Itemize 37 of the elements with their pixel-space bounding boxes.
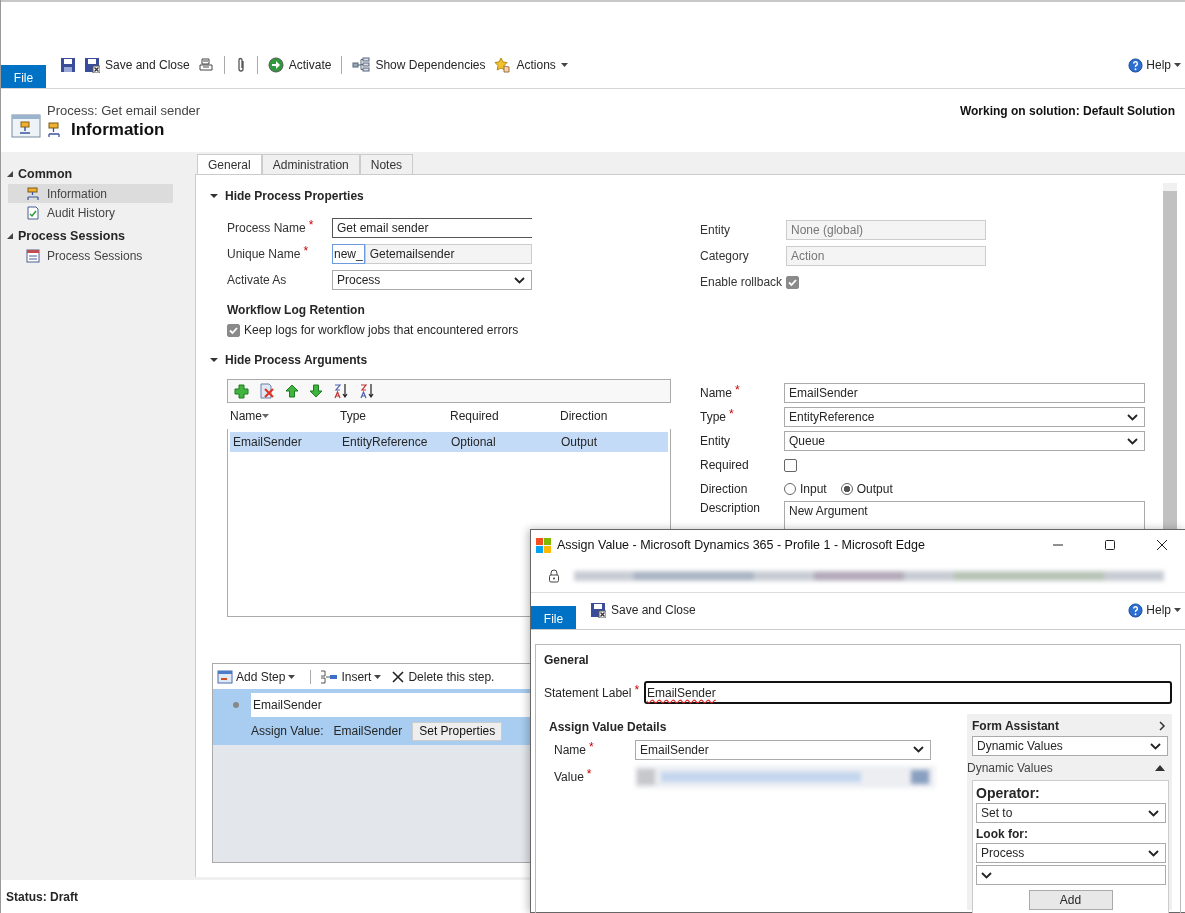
table-cell-text: EmailSender bbox=[233, 435, 303, 449]
field-label: Process Name * bbox=[227, 221, 315, 235]
field-label: Direction bbox=[700, 482, 749, 496]
section-heading: Assign Value Details bbox=[549, 720, 668, 736]
table-cell-text: Output bbox=[561, 435, 599, 449]
field-label: Name * bbox=[700, 386, 741, 400]
field-label: Entity bbox=[700, 434, 731, 448]
operator-label: Operator: bbox=[976, 785, 1041, 801]
form-title: Information bbox=[71, 120, 165, 140]
field-label: Type * bbox=[700, 410, 735, 424]
field-label: Enable rollback bbox=[700, 275, 784, 289]
field-label: Statement Label * bbox=[544, 685, 641, 700]
look-for-label: Look for: bbox=[976, 827, 1029, 841]
field-label: Category bbox=[700, 249, 750, 263]
step-action-label: Assign Value: bbox=[251, 724, 324, 738]
field-label: Description bbox=[700, 501, 762, 515]
step-target-label: EmailSender bbox=[333, 724, 403, 738]
field-label: Name * bbox=[554, 742, 595, 757]
radio-label: Output bbox=[856, 482, 893, 496]
section-subheading: Workflow Log Retention bbox=[227, 302, 366, 319]
solution-label: Working on solution: Default Solution bbox=[959, 104, 1175, 118]
field-label: Entity bbox=[700, 223, 731, 237]
checkbox-label: Keep logs for workflow jobs that encountered errors bbox=[244, 323, 519, 337]
table-cell-text: EntityReference bbox=[342, 435, 429, 449]
field-label: Required bbox=[700, 458, 750, 472]
record-type-title: Process: Get email sender bbox=[47, 103, 201, 118]
field-label: Value * bbox=[554, 769, 593, 784]
radio-label: Input bbox=[800, 482, 827, 496]
status-text: Status: Draft bbox=[6, 889, 78, 904]
section-heading: General bbox=[544, 653, 590, 667]
panel-title: Form Assistant bbox=[972, 719, 1059, 733]
read-only-field: None (global) bbox=[786, 220, 986, 240]
read-only-field: Action bbox=[786, 246, 986, 266]
field-label: Activate As bbox=[227, 273, 288, 287]
window-title: Assign Value - Microsoft Dynamics 365 - Profile 1 - Microsoft Edge bbox=[557, 538, 926, 552]
table-cell-text: Optional bbox=[451, 435, 497, 449]
field-label: Unique Name * bbox=[227, 247, 310, 261]
